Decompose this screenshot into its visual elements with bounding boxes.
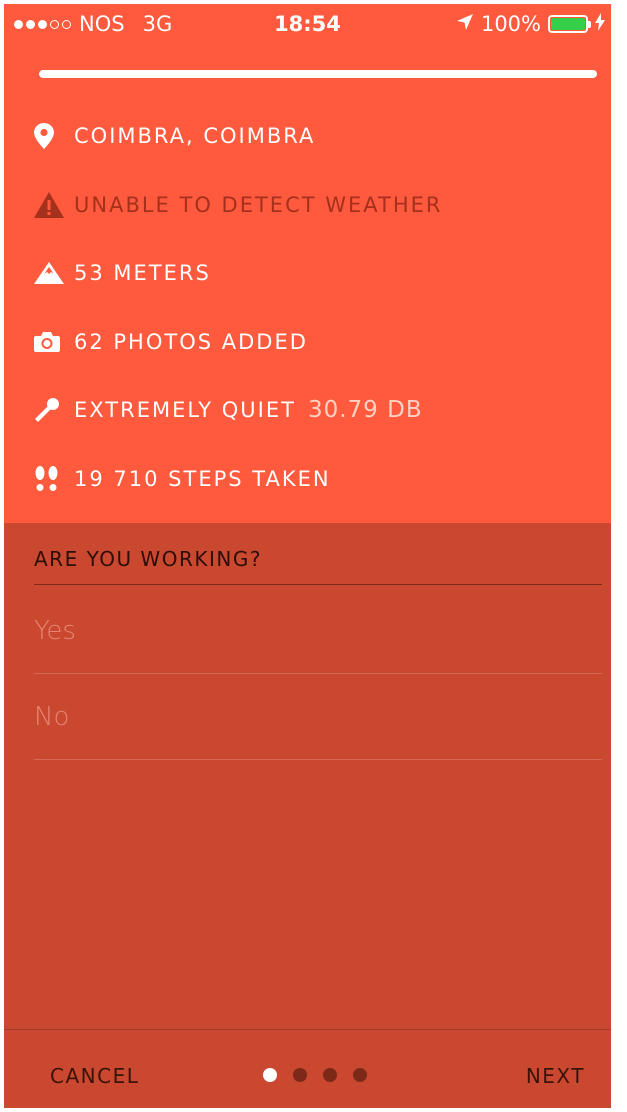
steps-row: 19 710 STEPS TAKEN [34, 445, 442, 514]
location-arrow-icon [456, 12, 474, 36]
photos-row: 62 PHOTOS ADDED [34, 308, 442, 377]
page-dot[interactable] [323, 1068, 337, 1082]
page-dot[interactable] [353, 1068, 367, 1082]
page-dot[interactable] [293, 1068, 307, 1082]
warning-icon [34, 191, 74, 219]
charging-bolt-icon [595, 12, 605, 36]
noise-text: EXTREMELY QUIET [74, 398, 296, 423]
battery-level [551, 18, 585, 30]
context-info-list: COIMBRA, COIMBRA UNABLE TO DETECT WEATHE… [34, 102, 442, 513]
status-bar: NOS 3G 18:54 100% [4, 4, 611, 44]
progress-bar [39, 70, 597, 78]
mountain-icon [34, 259, 74, 287]
altitude-text: 53 METERS [74, 261, 211, 286]
network-type: 3G [142, 12, 173, 36]
noise-value: 30.79 DB [307, 397, 423, 424]
footer-divider [4, 1029, 611, 1030]
option-yes[interactable]: Yes [34, 588, 602, 674]
weather-text: UNABLE TO DETECT WEATHER [74, 192, 443, 217]
location-row: COIMBRA, COIMBRA [34, 102, 442, 171]
signal-dot [38, 19, 47, 29]
weather-row: UNABLE TO DETECT WEATHER [34, 171, 442, 240]
signal-strength-icon [14, 19, 71, 29]
footprints-icon [34, 465, 74, 493]
camera-icon [34, 328, 74, 356]
summary-panel: NOS 3G 18:54 100% COIMBRA, COIMBRA UNABL… [4, 4, 611, 523]
divider [34, 584, 602, 585]
screen: NOS 3G 18:54 100% COIMBRA, COIMBRA UNABL… [4, 4, 611, 1108]
signal-dot [14, 19, 23, 29]
progress-fill [39, 70, 597, 78]
battery-percent: 100% [480, 12, 541, 36]
signal-dot [26, 19, 35, 29]
question-title: ARE YOU WORKING? [34, 547, 262, 571]
option-no[interactable]: No [34, 674, 602, 760]
noise-row: EXTREMELY QUIET 30.79 DB [34, 376, 442, 445]
photos-text: 62 PHOTOS ADDED [74, 329, 308, 354]
signal-dot [50, 19, 59, 29]
microphone-icon [34, 396, 74, 424]
page-dot[interactable] [263, 1068, 277, 1082]
steps-text: 19 710 STEPS TAKEN [74, 466, 331, 491]
signal-dot [62, 19, 71, 29]
carrier-name: NOS [79, 12, 125, 36]
map-pin-icon [34, 122, 74, 150]
altitude-row: 53 METERS [34, 239, 442, 308]
battery-icon [548, 15, 591, 33]
next-button[interactable]: NEXT [526, 1064, 585, 1088]
location-text: COIMBRA, COIMBRA [74, 124, 316, 149]
page-indicator[interactable] [263, 1068, 367, 1082]
cancel-button[interactable]: CANCEL [50, 1064, 139, 1088]
